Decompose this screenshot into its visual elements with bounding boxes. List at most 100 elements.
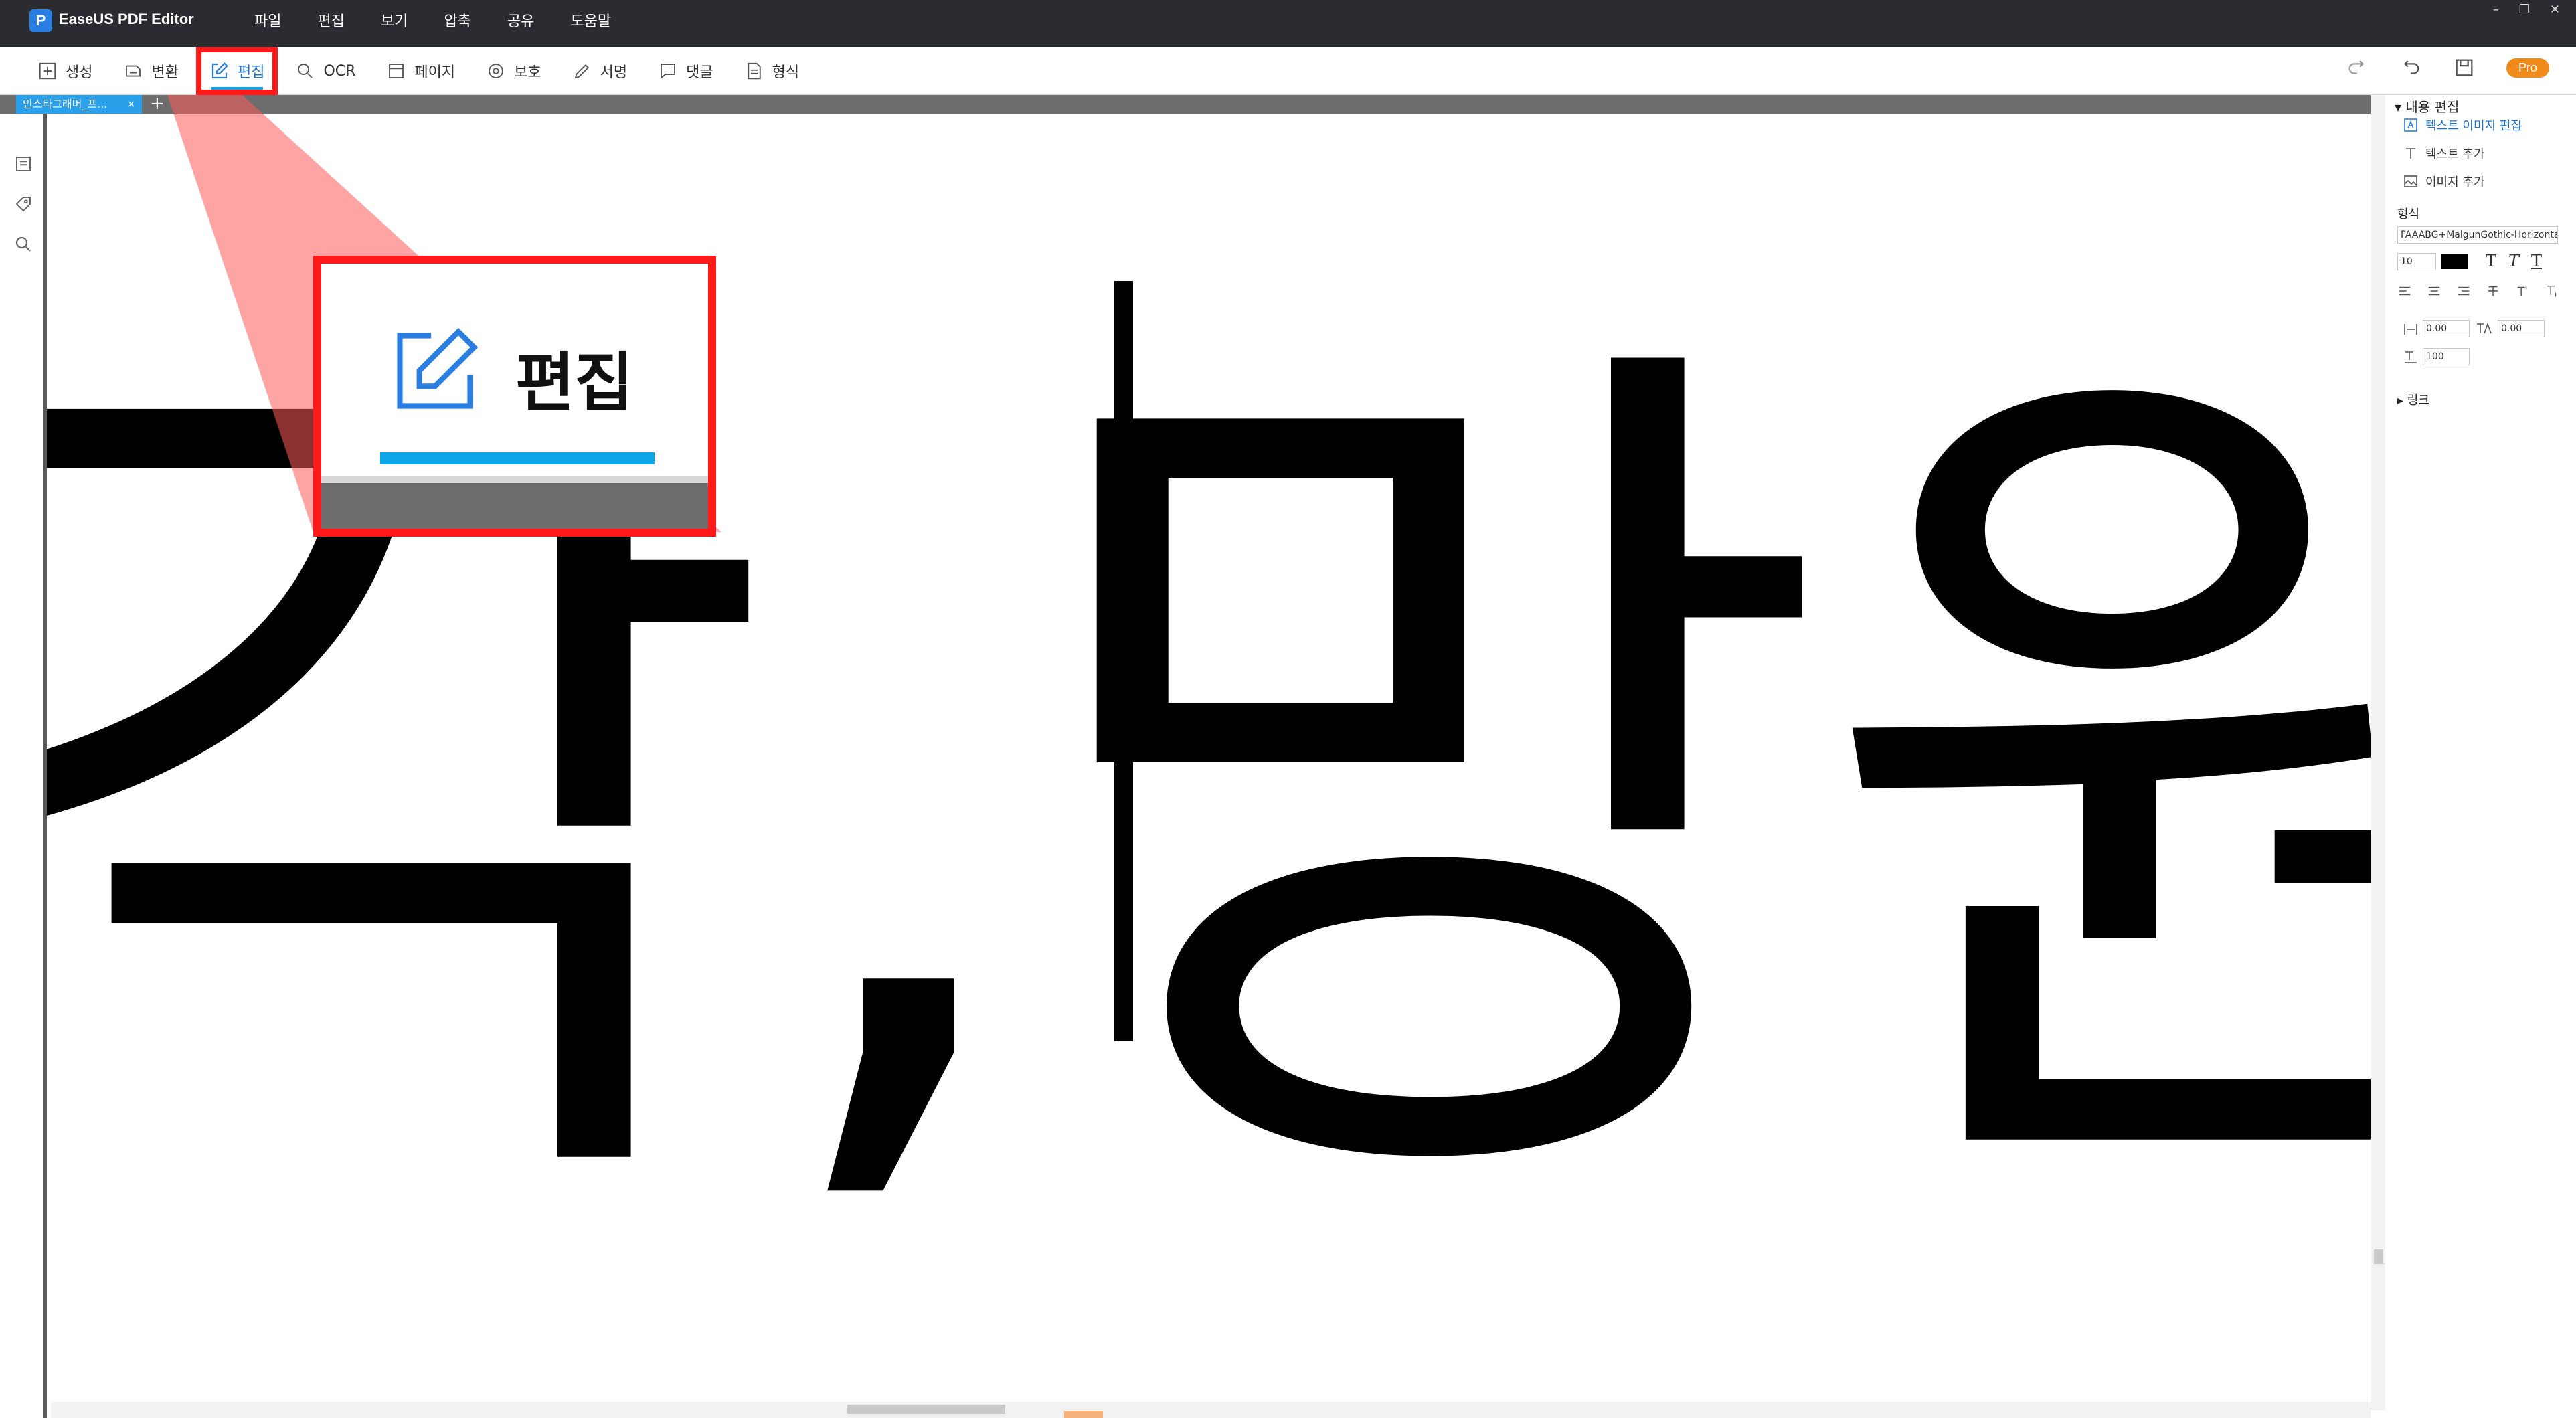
tool-label: 생성 <box>66 64 93 81</box>
properties-panel: ▾ 내용 편집 텍스트 이미지 편집 텍스트 추가 이미지 추가 형식 FAAA… <box>2385 95 2576 1418</box>
menu-view[interactable]: 보기 <box>381 9 408 31</box>
tool-form[interactable]: 형식 <box>740 56 803 86</box>
image-icon <box>2404 175 2417 187</box>
edit-pencil-icon <box>397 327 479 409</box>
bold-button[interactable]: T <box>2486 252 2496 270</box>
horizontal-scroll-thumb[interactable] <box>847 1405 1005 1414</box>
thumbnail-icon[interactable] <box>13 154 33 174</box>
main-toolbar: 생성 변환 편집 OCR 페이지 보호 서명 댓글 형식 Pro <box>0 47 2576 95</box>
tag-icon[interactable] <box>13 194 33 214</box>
add-tab-button[interactable]: + <box>150 94 165 114</box>
callout-underline <box>380 452 655 464</box>
horizontal-scrollbar[interactable] <box>51 1402 2371 1418</box>
menu-file[interactable]: 파일 <box>254 9 281 31</box>
tool-label: OCR <box>323 62 356 80</box>
page-icon <box>389 64 404 78</box>
shield-icon <box>489 64 504 78</box>
font-size-select[interactable]: 10 <box>2397 253 2436 270</box>
char-spacing-input[interactable]: 0.00 <box>2423 320 2470 337</box>
form-icon <box>747 62 761 80</box>
tool-label: 서명 <box>600 64 628 81</box>
pen-icon <box>574 64 589 79</box>
tool-label: 편집 <box>237 64 265 81</box>
search-icon[interactable] <box>13 234 33 254</box>
text-icon <box>2406 148 2415 159</box>
italic-button[interactable]: T <box>2508 252 2519 270</box>
tool-protect[interactable]: 보호 <box>482 56 545 86</box>
ocr-icon <box>298 64 313 78</box>
window-controls: – ❐ ✕ <box>2493 3 2560 17</box>
document-tab[interactable]: 인스타그래머_프... × <box>16 95 142 114</box>
tool-label: 보호 <box>514 64 541 81</box>
format-section-title: 형식 <box>2397 207 2420 221</box>
item-label: 텍스트 이미지 편집 <box>2425 119 2522 133</box>
plus-square-icon <box>39 62 56 80</box>
add-text-item[interactable]: 텍스트 추가 <box>2403 145 2485 162</box>
tool-label: 댓글 <box>686 64 713 81</box>
maximize-button[interactable]: ❐ <box>2519 3 2530 17</box>
font-name-select[interactable]: FAAABG+MalgunGothic-Horizontal <box>2397 226 2558 244</box>
menu-edit[interactable]: 편집 <box>317 9 344 31</box>
tool-comment[interactable]: 댓글 <box>654 56 717 86</box>
edit-pencil-icon <box>211 62 228 79</box>
scale-input[interactable]: 100 <box>2423 348 2470 365</box>
page-position-marker <box>1064 1411 1103 1418</box>
menu-bar: 파일 편집 보기 압축 공유 도움말 <box>254 9 611 31</box>
section-title: 내용 편집 <box>2405 99 2460 115</box>
document-tab-strip: 인스타그래머_프... × + <box>0 94 2379 114</box>
alignment-buttons <box>2397 284 2559 298</box>
close-window-button[interactable]: ✕ <box>2550 3 2560 17</box>
tool-page[interactable]: 페이지 <box>382 56 459 86</box>
menu-compress[interactable]: 압축 <box>444 9 470 31</box>
convert-icon <box>126 65 141 77</box>
char-spacing-icon <box>2404 324 2417 335</box>
title-bar: P EaseUS PDF Editor 파일 편집 보기 압축 공유 도움말 –… <box>0 0 2576 47</box>
left-sidebar <box>0 114 47 1418</box>
menu-share[interactable]: 공유 <box>507 9 534 31</box>
tool-label: 페이지 <box>414 64 456 81</box>
text-style-buttons: T T T <box>2486 252 2542 270</box>
undo-icon[interactable] <box>2399 56 2422 79</box>
align-left-icon[interactable] <box>2397 284 2412 298</box>
vertical-scroll-thumb[interactable] <box>2374 1249 2383 1264</box>
tool-edit[interactable]: 편집 <box>195 47 278 95</box>
edit-text-image-item[interactable]: 텍스트 이미지 편집 <box>2403 116 2522 134</box>
item-label: 이미지 추가 <box>2425 175 2485 189</box>
text-cursor <box>1114 281 1133 1041</box>
scale-icon <box>2405 351 2417 363</box>
tool-label: 변환 <box>151 64 179 81</box>
text-box-icon <box>2404 118 2417 132</box>
word-spacing-icon <box>2477 322 2492 334</box>
section-title: 링크 <box>2407 393 2429 408</box>
subscript-icon[interactable] <box>2545 284 2559 298</box>
word-spacing-input[interactable]: 0.00 <box>2498 320 2545 337</box>
tool-create[interactable]: 생성 <box>33 56 96 86</box>
tool-ocr[interactable]: OCR <box>291 56 359 86</box>
callout-label: 편집 <box>515 345 634 420</box>
strikethrough-icon[interactable] <box>2486 284 2500 298</box>
zoom-callout: 편집 <box>313 256 716 537</box>
redo-icon[interactable] <box>2346 56 2369 79</box>
minimize-button[interactable]: – <box>2493 3 2499 17</box>
item-label: 텍스트 추가 <box>2425 147 2485 161</box>
underline-button[interactable]: T <box>2531 252 2542 270</box>
document-tab-label: 인스타그래머_프... <box>23 98 108 110</box>
pro-badge[interactable]: Pro <box>2506 58 2549 78</box>
app-logo: P <box>29 9 52 32</box>
app-title: EaseUS PDF Editor <box>59 11 194 27</box>
superscript-icon[interactable] <box>2515 284 2530 298</box>
menu-help[interactable]: 도움말 <box>570 9 611 31</box>
vertical-scrollbar[interactable] <box>2371 95 2385 1410</box>
save-icon[interactable] <box>2453 56 2476 79</box>
add-image-item[interactable]: 이미지 추가 <box>2403 173 2485 190</box>
tool-label: 형식 <box>772 64 800 81</box>
text-color-swatch[interactable] <box>2441 254 2468 269</box>
tool-sign[interactable]: 서명 <box>568 56 631 86</box>
callout-tabstrip <box>321 476 708 529</box>
tool-convert[interactable]: 변환 <box>119 56 182 86</box>
close-tab-icon[interactable]: × <box>127 95 135 114</box>
link-section[interactable]: ▸ 링크 <box>2397 391 2429 408</box>
align-right-icon[interactable] <box>2456 284 2471 298</box>
align-center-icon[interactable] <box>2427 284 2441 298</box>
content-edit-section[interactable]: ▾ 내용 편집 <box>2395 96 2459 116</box>
